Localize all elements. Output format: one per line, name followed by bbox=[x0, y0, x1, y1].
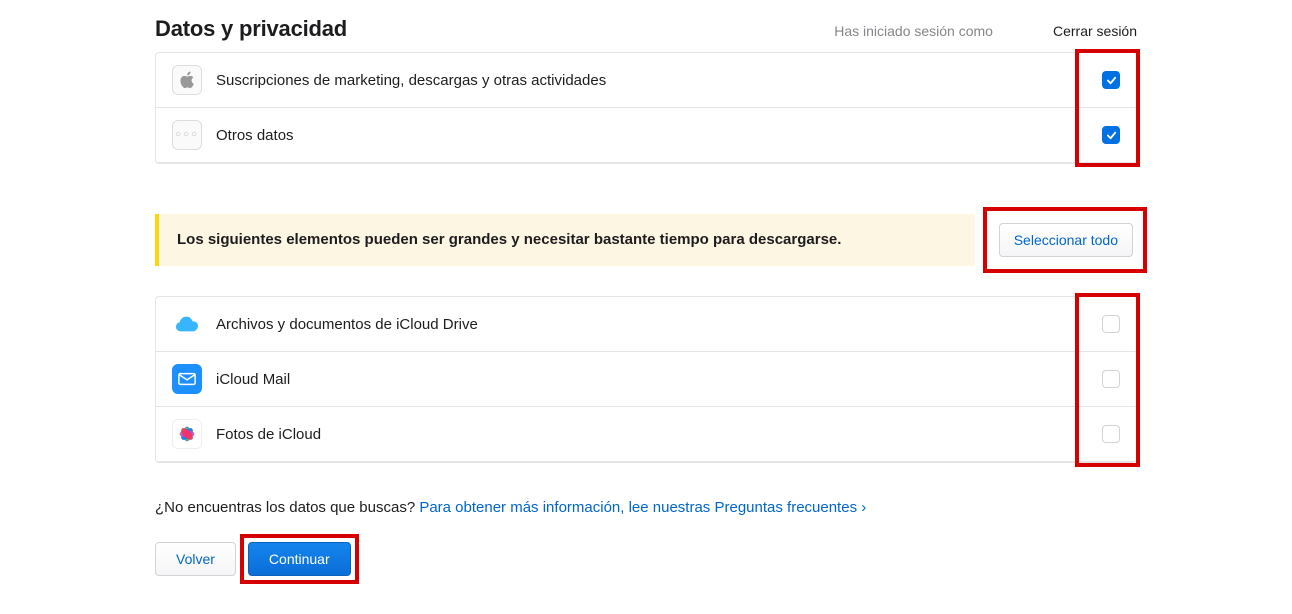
list-item: Suscripciones de marketing, descargas y … bbox=[156, 53, 1136, 108]
row-label: Otros datos bbox=[216, 127, 1102, 144]
sign-out-link[interactable]: Cerrar sesión bbox=[1053, 23, 1137, 39]
checkbox-icloud-drive[interactable] bbox=[1102, 315, 1120, 333]
row-label: Archivos y documentos de iCloud Drive bbox=[216, 316, 1102, 333]
data-category-list-1: Suscripciones de marketing, descargas y … bbox=[155, 52, 1137, 164]
mail-icon bbox=[172, 364, 202, 394]
back-button[interactable]: Volver bbox=[155, 542, 236, 576]
icloud-drive-icon bbox=[172, 309, 202, 339]
list-item: Fotos de iCloud bbox=[156, 407, 1136, 462]
row-label: iCloud Mail bbox=[216, 371, 1102, 388]
signed-in-as-label: Has iniciado sesión como bbox=[834, 23, 993, 39]
checkbox-marketing[interactable] bbox=[1102, 71, 1120, 89]
faq-prefix: ¿No encuentras los datos que buscas? bbox=[155, 499, 419, 516]
ellipsis-icon: ○○○ bbox=[172, 120, 202, 150]
list-item: iCloud Mail bbox=[156, 352, 1136, 407]
list-item: Archivos y documentos de iCloud Drive bbox=[156, 297, 1136, 352]
photos-icon bbox=[172, 419, 202, 449]
checkbox-other-data[interactable] bbox=[1102, 126, 1120, 144]
continue-button[interactable]: Continuar bbox=[248, 542, 351, 576]
select-all-button[interactable]: Seleccionar todo bbox=[999, 223, 1133, 257]
row-label: Suscripciones de marketing, descargas y … bbox=[216, 72, 1102, 89]
row-label: Fotos de iCloud bbox=[216, 426, 1102, 443]
apple-icon bbox=[172, 65, 202, 95]
list-item: ○○○ Otros datos bbox=[156, 108, 1136, 163]
data-category-list-2: Archivos y documentos de iCloud Drive iC… bbox=[155, 296, 1137, 463]
large-download-notice: Los siguientes elementos pueden ser gran… bbox=[155, 214, 975, 266]
page-title: Datos y privacidad bbox=[155, 16, 347, 42]
faq-link[interactable]: Para obtener más información, lee nuestr… bbox=[419, 499, 866, 516]
checkbox-icloud-mail[interactable] bbox=[1102, 370, 1120, 388]
faq-line: ¿No encuentras los datos que buscas? Par… bbox=[155, 499, 1137, 516]
checkbox-icloud-photos[interactable] bbox=[1102, 425, 1120, 443]
